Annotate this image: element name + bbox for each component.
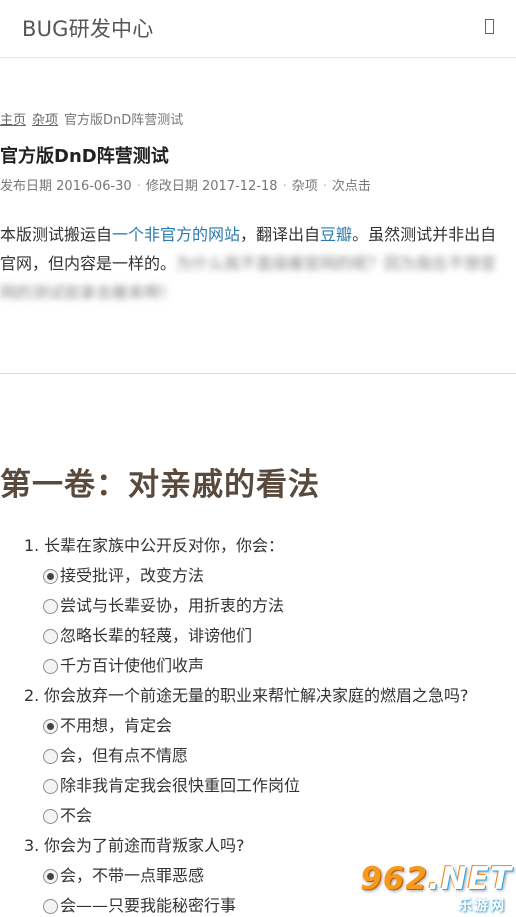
answer-option[interactable]: 接受批评，改变方法 (0, 561, 516, 591)
watermark-logo-number: 962 (360, 861, 428, 897)
menu-icon[interactable] (485, 19, 494, 34)
meta-views: 次点击 (331, 179, 371, 194)
answer-option[interactable]: 不会 (0, 801, 516, 831)
watermark-logo-suffix: .NET (427, 861, 512, 897)
question: 2. 你会放弃一个前途无量的职业来帮忙解决家庭的燃眉之急吗? (0, 681, 516, 711)
post-meta: 发布日期 2016-06-30 · 修改日期 2017-12-18 · 杂项 · 次点击 (0, 175, 371, 194)
answer-label: 会，不带一点罪恶感 (60, 866, 205, 885)
question-text: 你会放弃一个前途无量的职业来帮忙解决家庭的燃眉之急吗? (44, 686, 469, 705)
top-bar: BUG研发中心 (0, 0, 516, 58)
answer-label: 忽略长辈的轻蔑，诽谤他们 (60, 626, 253, 645)
answer-option[interactable]: 除非我肯定我会很快重回工作岗位 (0, 771, 516, 801)
question: 1. 长辈在家族中公开反对你，你会： (0, 531, 516, 561)
radio-button[interactable] (43, 748, 58, 764)
answer-label: 不会 (60, 806, 93, 825)
meta-separator: · (322, 179, 327, 194)
published-date: 2016-06-30 (56, 179, 132, 194)
question-text: 长辈在家族中公开反对你，你会： (44, 536, 285, 555)
question-number: 1. (24, 536, 40, 555)
radio-button[interactable] (43, 718, 58, 734)
answer-label: 不用想，肯定会 (60, 716, 173, 735)
meta-separator: · (282, 179, 287, 194)
quiz-form: 1. 长辈在家族中公开反对你，你会： 接受批评，改变方法尝试与长辈妥协，用折衷的方法… (0, 531, 516, 917)
breadcrumb-current: 官方版DnD阵营测试 (64, 113, 184, 128)
question-number: 2. (24, 686, 40, 705)
modified-date: 2017-12-18 (202, 179, 278, 194)
answer-label: 千方百计使他们收声 (60, 656, 205, 675)
radio-button[interactable] (43, 598, 58, 614)
answer-option[interactable]: 尝试与长辈妥协，用折衷的方法 (0, 591, 516, 621)
intro-paragraph: 本版测试搬运自一个非官方的网站，翻译出自豆瓣。虽然测试并非出自官网，但内容是一样… (0, 220, 510, 307)
answer-label: 尝试与长辈妥协，用折衷的方法 (60, 596, 285, 615)
source-site-link[interactable]: 一个非官方的网站 (112, 225, 240, 244)
answer-label: 会，但有点不情愿 (60, 746, 189, 765)
breadcrumb-category-link[interactable]: 杂项 (32, 113, 58, 128)
answer-option[interactable]: 不用想，肯定会 (0, 711, 516, 741)
volume-title: 第一卷：对亲戚的看法 (0, 467, 320, 503)
meta-category[interactable]: 杂项 (292, 179, 318, 194)
watermark-sub: 乐游网 (458, 898, 506, 914)
site-title[interactable]: BUG研发中心 (22, 13, 153, 43)
breadcrumb-home-link[interactable]: 主页 (0, 113, 26, 128)
published-label: 发布日期 (0, 179, 53, 194)
answer-label: 接受批评，改变方法 (60, 566, 205, 585)
radio-button[interactable] (43, 658, 58, 674)
radio-button[interactable] (43, 868, 58, 884)
watermark-logo: 962.NET 乐游网 (360, 861, 512, 914)
question-text: 你会为了前途而背叛家人吗? (44, 836, 245, 855)
answer-option[interactable]: 会，但有点不情愿 (0, 741, 516, 771)
answer-label: 会——只要我能秘密行事 (60, 896, 237, 915)
section-divider (0, 373, 516, 374)
modified-label: 修改日期 (145, 179, 198, 194)
radio-button[interactable] (43, 778, 58, 794)
post-title: 官方版DnD阵营测试 (0, 146, 169, 167)
meta-separator: · (136, 179, 141, 194)
answer-label: 除非我肯定我会很快重回工作岗位 (60, 776, 301, 795)
answer-option[interactable]: 千方百计使他们收声 (0, 651, 516, 681)
breadcrumb: 主页 杂项 官方版DnD阵营测试 (0, 109, 183, 128)
douban-link[interactable]: 豆瓣 (320, 225, 352, 244)
answer-option[interactable]: 忽略长辈的轻蔑，诽谤他们 (0, 621, 516, 651)
intro-text: 本版测试搬运自 (0, 225, 113, 244)
radio-button[interactable] (43, 808, 58, 824)
question: 3. 你会为了前途而背叛家人吗? (0, 831, 516, 861)
radio-button[interactable] (43, 628, 58, 644)
radio-button[interactable] (43, 568, 58, 584)
question-number: 3. (24, 836, 40, 855)
radio-button[interactable] (43, 898, 58, 914)
intro-text: ，翻译出自 (240, 225, 321, 244)
